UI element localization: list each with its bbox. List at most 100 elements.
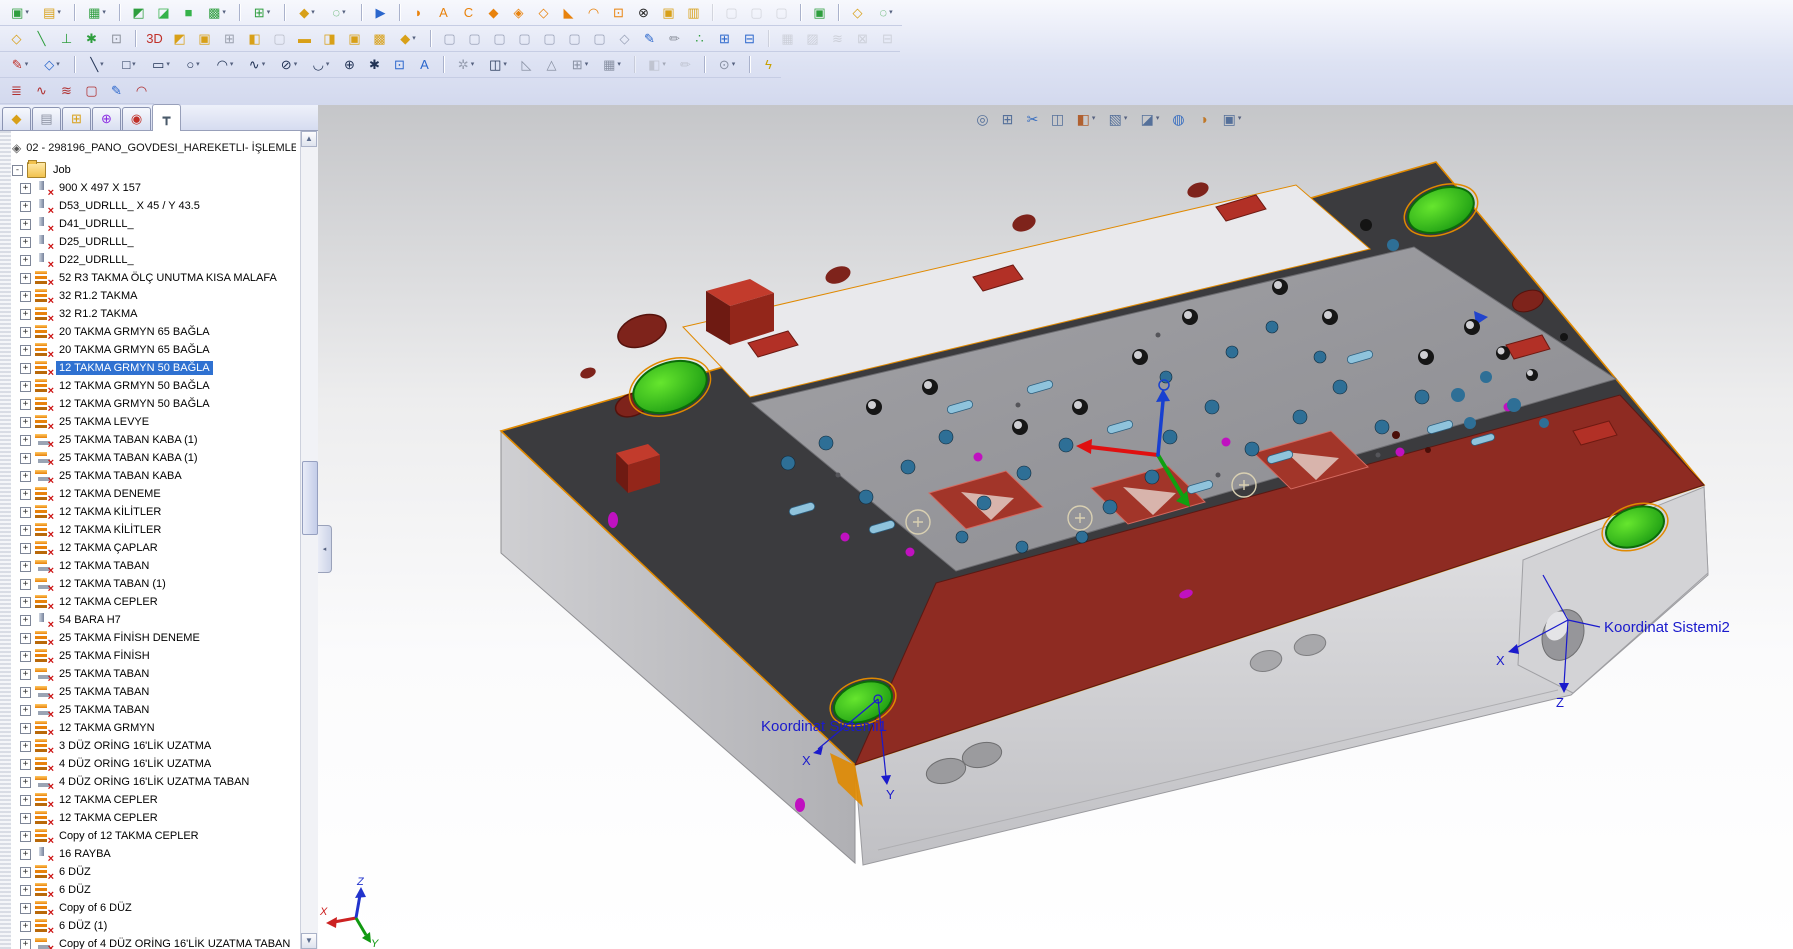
toolbar-button-grid[interactable]: ▦	[596, 53, 628, 76]
tree-item[interactable]: + 12 TAKMA KİLİTLER	[12, 521, 300, 539]
expand-toggle-icon[interactable]: +	[20, 561, 31, 572]
toolbar-button-mirror[interactable]: ◧	[641, 53, 673, 76]
toolbar-button-pencil[interactable]: ✎	[4, 53, 36, 76]
toolbar-button-cam-pin[interactable]: ◆	[481, 1, 506, 24]
toolbar-button-dis-grid[interactable]: ▦	[775, 27, 800, 50]
scrollbar-thumb[interactable]	[302, 461, 318, 535]
view-tool-button-zoom-fit[interactable]: ◎	[970, 107, 995, 130]
expand-toggle-icon[interactable]: +	[20, 687, 31, 698]
tree-item[interactable]: + Copy of 4 DÜZ ORİNG 16'LİK UZATMA TABA…	[12, 935, 300, 949]
tree-item[interactable]: + 4 DÜZ ORİNG 16'LİK UZATMA TABAN	[12, 773, 300, 791]
toolbar-button-arc[interactable]: ◠	[209, 53, 241, 76]
expand-toggle-icon[interactable]: +	[20, 849, 31, 860]
expand-toggle-icon[interactable]: +	[20, 795, 31, 806]
toolbar-button-sk7[interactable]: ◨	[317, 27, 342, 50]
expand-toggle-icon[interactable]: +	[20, 273, 31, 284]
toolbar-button-cam-a[interactable]: A	[431, 1, 456, 24]
tree-item[interactable]: + 32 R1.2 TAKMA	[12, 305, 300, 323]
toolbar-button-sk1[interactable]: ◩	[167, 27, 192, 50]
tree-item[interactable]: + 52 R3 TAKMA ÖLÇ UNUTMA KISA MALAFA	[12, 269, 300, 287]
panel-splitter-handle[interactable]: ◂	[318, 525, 332, 573]
toolbar-button-snap[interactable]: ✲	[450, 53, 482, 76]
tree-item[interactable]: + 900 X 497 X 157	[12, 179, 300, 197]
manager-tab-part[interactable]: ◆	[2, 107, 31, 130]
tree-item[interactable]: + Copy of 12 TAKMA CEPLER	[12, 827, 300, 845]
toolbar-button-cam-box2[interactable]: ▥	[681, 1, 706, 24]
toolbar-button-sketch-3d[interactable]: 3D	[142, 27, 167, 50]
toolbar-button-export[interactable]: ◪	[151, 1, 176, 24]
tree-item[interactable]: + 12 TAKMA DENEME	[12, 485, 300, 503]
view-tool-button-zoom-area[interactable]: ⊞	[995, 107, 1020, 130]
toolbar-button-tool-green[interactable]: ▣	[807, 1, 832, 24]
tree-item[interactable]: + 12 TAKMA ÇAPLAR	[12, 539, 300, 557]
expand-toggle-icon[interactable]: +	[20, 345, 31, 356]
expand-toggle-icon[interactable]: +	[20, 327, 31, 338]
toolbar-button-cam-swoosh[interactable]: ◠	[581, 1, 606, 24]
toolbar-button-spline[interactable]: ∿	[241, 53, 273, 76]
toolbar-button-gear-doc[interactable]: ▢	[79, 79, 104, 102]
toolbar-button-sk8[interactable]: ▣	[342, 27, 367, 50]
expand-toggle-icon[interactable]: -	[12, 165, 23, 176]
tree-item[interactable]: + 12 TAKMA TABAN	[12, 557, 300, 575]
expand-toggle-icon[interactable]: +	[20, 309, 31, 320]
toolbar-button-cam-gem3[interactable]: ◇	[531, 1, 556, 24]
toolbar-button-line[interactable]: ╲	[81, 53, 113, 76]
tree-item[interactable]: + 12 TAKMA CEPLER	[12, 593, 300, 611]
tree-item[interactable]: + 12 TAKMA GRMYN 50 BAĞLA	[12, 377, 300, 395]
expand-toggle-icon[interactable]: +	[20, 579, 31, 590]
tree-item[interactable]: + 12 TAKMA GRMYN	[12, 719, 300, 737]
toolbar-button-dis-tree[interactable]: ⊟	[875, 27, 900, 50]
manager-tab-hierarchy[interactable]: ⊞	[62, 107, 91, 130]
toolbar-button-solid-box[interactable]: ■	[176, 1, 201, 24]
toolbar-button-sk6[interactable]: ▬	[292, 27, 317, 50]
toolbar-button-pen-gray[interactable]: ✏	[673, 53, 698, 76]
toolbar-button-point[interactable]: ✱	[362, 53, 387, 76]
toolbar-button-sketch-pen[interactable]: ✎	[637, 27, 662, 50]
tree-item[interactable]: + 25 TAKMA TABAN	[12, 683, 300, 701]
toolbar-button-ghost1[interactable]: ▢	[719, 1, 744, 24]
toolbar-button-dis-box[interactable]: ⊠	[850, 27, 875, 50]
expand-toggle-icon[interactable]: +	[20, 381, 31, 392]
tree-item[interactable]: + 20 TAKMA GRMYN 65 BAĞLA	[12, 341, 300, 359]
tree-item[interactable]: + 3 DÜZ ORİNG 16'LİK UZATMA	[12, 737, 300, 755]
toolbar-button-loop[interactable]: ◌	[323, 1, 355, 24]
expand-toggle-icon[interactable]: +	[20, 705, 31, 716]
expand-toggle-icon[interactable]: +	[20, 831, 31, 842]
tree-item[interactable]: + D41_UDRLLL_	[12, 215, 300, 233]
toolbar-button-cube3[interactable]: ▢	[487, 27, 512, 50]
expand-toggle-icon[interactable]: +	[20, 219, 31, 230]
toolbar-button-sk4[interactable]: ◧	[242, 27, 267, 50]
toolbar-button-gear-curve[interactable]: ◠	[129, 79, 154, 102]
toolbar-button-cam-c[interactable]: C	[456, 1, 481, 24]
toolbar-button-rectangle[interactable]: □	[113, 53, 145, 76]
toolbar-button-cam-box1[interactable]: ▣	[656, 1, 681, 24]
toolbar-button-gear-spiral[interactable]: ∿	[29, 79, 54, 102]
expand-toggle-icon[interactable]: +	[20, 669, 31, 680]
view-tool-button-display-style[interactable]: ◪	[1134, 107, 1166, 130]
tree-item[interactable]: + 25 TAKMA TABAN	[12, 701, 300, 719]
view-tool-button-section-tool[interactable]: ✂	[1020, 107, 1045, 130]
tree-item[interactable]: + 25 TAKMA TABAN	[12, 665, 300, 683]
toolbar-button-relations[interactable]: △	[539, 53, 564, 76]
toolbar-button-cube6[interactable]: ▢	[562, 27, 587, 50]
tree-item[interactable]: + 25 TAKMA TABAN KABA (1)	[12, 449, 300, 467]
tree-item[interactable]: + D22_UDRLLL_	[12, 251, 300, 269]
tree-item[interactable]: + 6 DÜZ	[12, 863, 300, 881]
toolbar-button-mesh-select[interactable]: ⊡	[387, 53, 412, 76]
toolbar-button-save[interactable]: ▦	[81, 1, 113, 24]
tree-item[interactable]: + 12 TAKMA CEPLER	[12, 809, 300, 827]
tree-item[interactable]: + 25 TAKMA TABAN KABA (1)	[12, 431, 300, 449]
toolbar-button-sketch-gem[interactable]: ◆	[291, 1, 323, 24]
toolbar-button-clip[interactable]: ⊡	[104, 27, 129, 50]
expand-toggle-icon[interactable]: +	[20, 885, 31, 896]
toolbar-button-cam-stop[interactable]: ⊗	[631, 1, 656, 24]
scroll-up-arrow-icon[interactable]: ▲	[301, 131, 317, 147]
view-tool-button-view-orientation[interactable]: ▧	[1102, 107, 1134, 130]
expand-toggle-icon[interactable]: +	[20, 201, 31, 212]
toolbar-button-ellipse[interactable]: ⊘	[273, 53, 305, 76]
toolbar-button-nodes[interactable]: ∴	[687, 27, 712, 50]
expand-toggle-icon[interactable]: +	[20, 255, 31, 266]
toolbar-button-gem-spark[interactable]: ◆	[392, 27, 424, 50]
tree-item[interactable]: + 25 TAKMA TABAN KABA	[12, 467, 300, 485]
toolbar-button-cube5[interactable]: ▢	[537, 27, 562, 50]
